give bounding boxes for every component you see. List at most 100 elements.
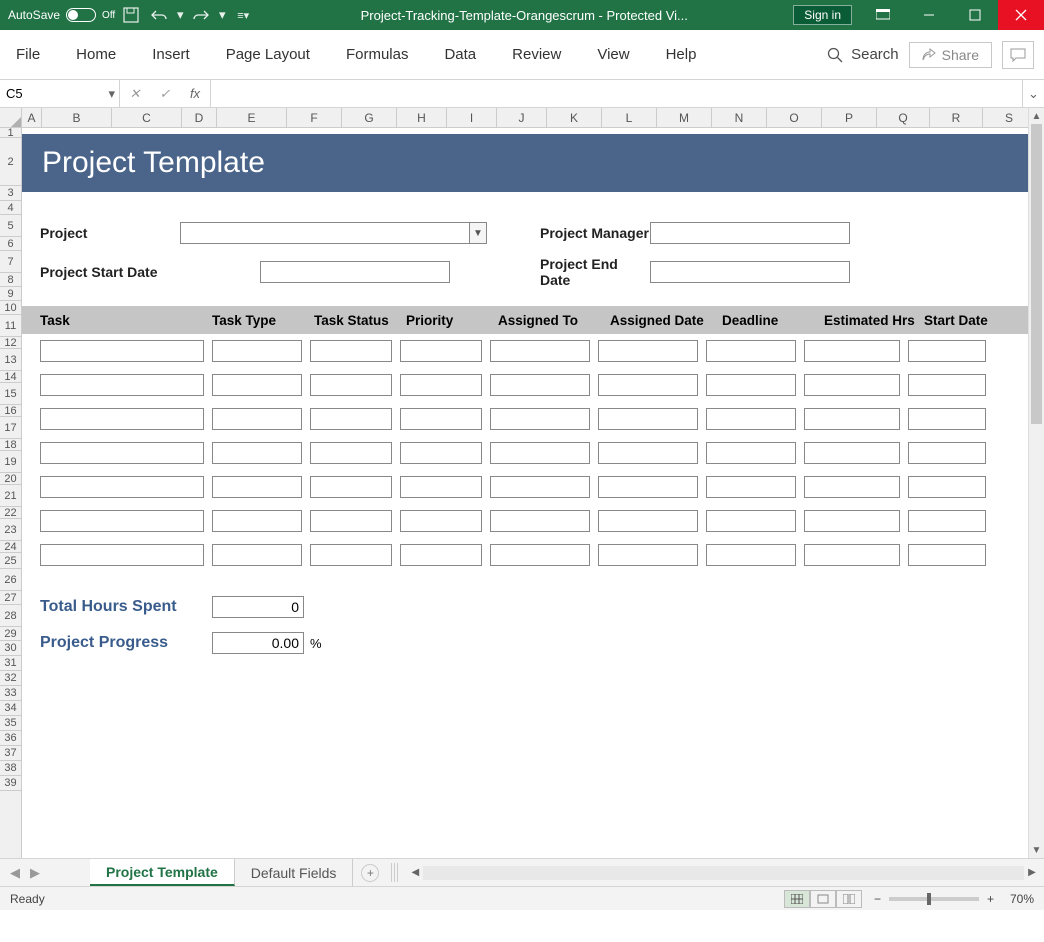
select-all-corner[interactable] [0,108,22,128]
table-cell[interactable] [804,374,900,396]
tab-page-layout[interactable]: Page Layout [222,40,314,69]
row-header[interactable]: 10 [0,301,21,315]
zoom-in-icon[interactable]: + [987,892,994,906]
table-cell[interactable] [310,510,392,532]
table-cell[interactable] [212,476,302,498]
row-header[interactable]: 23 [0,519,21,541]
row-header[interactable]: 39 [0,776,21,791]
page-break-view-button[interactable] [836,890,862,908]
row-header[interactable]: 18 [0,439,21,451]
row-header[interactable]: 13 [0,349,21,371]
table-cell[interactable] [598,442,698,464]
add-sheet-button[interactable]: + [361,864,379,882]
table-cell[interactable] [40,340,204,362]
table-cell[interactable] [490,408,590,430]
table-cell[interactable] [310,374,392,396]
undo-icon[interactable] [147,3,171,27]
column-header[interactable]: E [217,108,287,127]
dropdown-arrow-icon[interactable]: ▼ [469,222,487,244]
table-cell[interactable] [706,340,796,362]
cancel-formula-icon[interactable]: ✕ [120,86,150,102]
table-cell[interactable] [212,442,302,464]
page-layout-view-button[interactable] [810,890,836,908]
row-header[interactable]: 38 [0,761,21,776]
table-cell[interactable] [212,340,302,362]
table-cell[interactable] [804,442,900,464]
row-header[interactable]: 36 [0,731,21,746]
table-cell[interactable] [908,340,986,362]
row-header[interactable]: 20 [0,473,21,485]
table-cell[interactable] [706,442,796,464]
table-cell[interactable] [490,340,590,362]
expand-formula-bar-icon[interactable]: ⌄ [1022,80,1044,107]
table-cell[interactable] [804,408,900,430]
row-header[interactable]: 12 [0,337,21,349]
scroll-left-icon[interactable]: ◀ [407,867,423,878]
progress-value[interactable]: 0.00 [212,632,304,654]
table-cell[interactable] [706,374,796,396]
row-header[interactable]: 26 [0,569,21,591]
column-header[interactable]: O [767,108,822,127]
row-header[interactable]: 33 [0,686,21,701]
row-header[interactable]: 21 [0,485,21,507]
column-header[interactable]: K [547,108,602,127]
project-end-input[interactable] [650,261,850,283]
column-header[interactable]: G [342,108,397,127]
column-header[interactable]: I [447,108,497,127]
search-button[interactable]: Search [827,46,899,63]
table-cell[interactable] [40,374,204,396]
table-cell[interactable] [706,408,796,430]
row-header[interactable]: 22 [0,507,21,519]
close-button[interactable] [998,0,1044,30]
row-header[interactable]: 27 [0,591,21,605]
table-cell[interactable] [40,476,204,498]
total-hours-value[interactable]: 0 [212,596,304,618]
table-cell[interactable] [804,340,900,362]
column-header[interactable]: M [657,108,712,127]
zoom-controls[interactable]: − + 70% [874,892,1034,906]
scroll-down-icon[interactable]: ▼ [1029,842,1044,858]
worksheet-area[interactable]: Project Template Project ▼ Project Manag… [22,128,1028,858]
table-cell[interactable] [400,476,482,498]
table-cell[interactable] [310,442,392,464]
table-cell[interactable] [400,442,482,464]
column-header[interactable]: R [930,108,983,127]
column-header[interactable]: N [712,108,767,127]
table-cell[interactable] [490,374,590,396]
table-cell[interactable] [908,442,986,464]
table-cell[interactable] [400,374,482,396]
name-box[interactable]: C5 ▾ [0,80,120,107]
ribbon-display-icon[interactable] [860,0,906,30]
redo-icon[interactable] [189,3,213,27]
undo-dropdown-icon[interactable]: ▾ [175,3,185,27]
tab-file[interactable]: File [12,40,44,69]
table-cell[interactable] [598,544,698,566]
row-header[interactable]: 29 [0,627,21,641]
row-header[interactable]: 1 [0,128,21,138]
scrollbar-thumb[interactable] [1031,124,1042,424]
table-cell[interactable] [212,408,302,430]
table-cell[interactable] [908,476,986,498]
table-cell[interactable] [310,340,392,362]
table-cell[interactable] [908,374,986,396]
table-cell[interactable] [706,476,796,498]
tab-view[interactable]: View [593,40,633,69]
row-header[interactable]: 35 [0,716,21,731]
project-start-input[interactable] [260,261,450,283]
row-header[interactable]: 31 [0,656,21,671]
row-header[interactable]: 37 [0,746,21,761]
row-header[interactable]: 25 [0,553,21,569]
row-header[interactable]: 19 [0,451,21,473]
fx-icon[interactable]: fx [180,86,210,101]
minimize-button[interactable] [906,0,952,30]
row-header[interactable]: 2 [0,138,21,186]
enter-formula-icon[interactable]: ✓ [150,86,180,102]
column-header[interactable]: F [287,108,342,127]
tab-prev-icon[interactable]: ◀ [10,865,20,881]
row-header[interactable]: 14 [0,371,21,383]
column-header[interactable]: A [22,108,42,127]
column-header[interactable]: L [602,108,657,127]
project-dropdown[interactable]: ▼ [180,222,470,244]
row-header[interactable]: 9 [0,287,21,301]
horizontal-scrollbar[interactable]: ◀ ▶ [403,859,1044,886]
